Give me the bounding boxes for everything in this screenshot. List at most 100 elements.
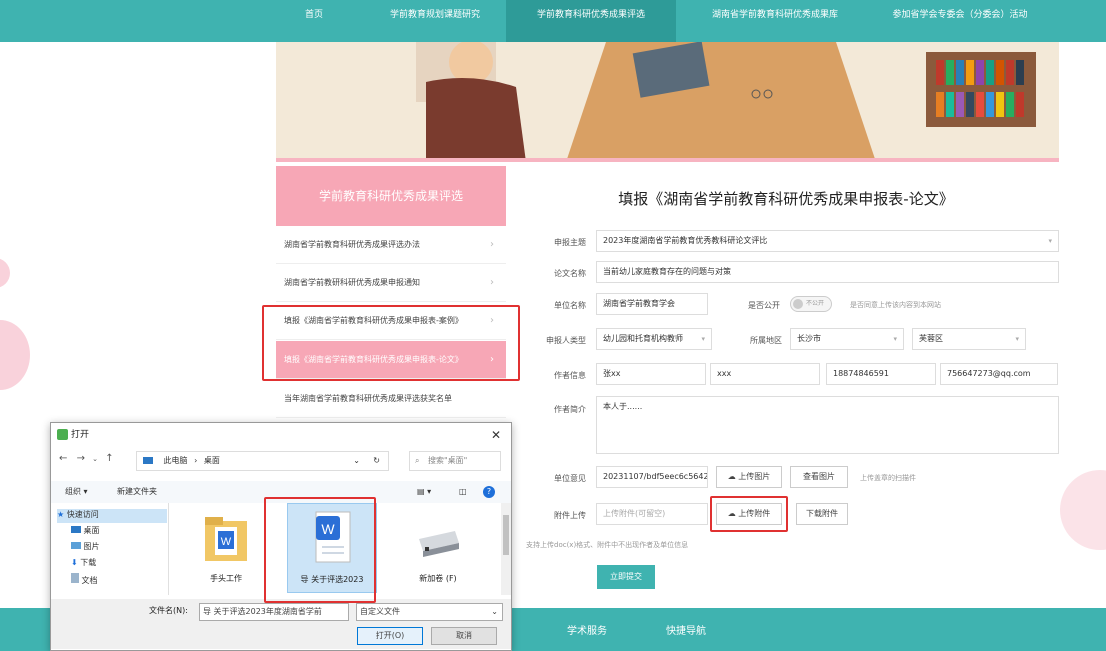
highlight-box-file [264,497,376,603]
desktop-icon [71,526,81,533]
nav-desktop-item[interactable]: 桌面 [71,525,100,536]
help-icon[interactable]: ? [483,486,495,498]
nav-desktop-label: 桌面 [83,526,100,535]
nav-activities[interactable]: 参加省学会专委会（分委会）活动 [875,0,1045,42]
author-phone-input[interactable]: 18874846591 [826,363,936,385]
refresh-icon[interactable]: ↻ [373,452,380,470]
up-arrow-icon[interactable]: ↑ [105,453,113,464]
view-image-button[interactable]: 查看图片 [790,466,848,488]
nav-pictures-label: 图片 [83,542,100,551]
nav-documents-label: 文档 [81,576,98,585]
quick-access-label: 快速访问 [66,510,99,519]
chevron-right-icon: › [490,277,494,288]
chevron-down-icon: ▾ [893,335,897,343]
nav-pictures-item[interactable]: 图片 [71,541,100,552]
paper-name-input[interactable]: 当前幼儿家庭教育存在的问题与对策 [596,261,1059,283]
label-author-bio: 作者简介 [554,405,586,414]
sidebar-item-label: 当年湖南省学前教育科研优秀成果评选获奖名单 [284,394,452,403]
preview-pane-icon[interactable]: ◫ [459,481,467,503]
form-title: 填报《湖南省学前教育科研优秀成果申报表-论文》 [618,190,954,208]
path-desktop[interactable]: 桌面 [204,456,220,465]
close-icon[interactable]: ✕ [491,423,501,447]
path-this-pc[interactable]: 此电脑 [164,456,188,465]
attachment-note: 支持上传doc(x)格式、附件中不出现作者及单位信息 [526,541,689,549]
submit-button[interactable]: 立即提交 [597,565,655,589]
dialog-bottom-row: 文件名(N): 导 关于评选2023年度湖南省学前 自定义文件 ⌄ 打开(O) … [51,599,511,649]
public-note: 是否同意上传该内容到本网站 [850,301,941,309]
navigation-pane: ★ 快速访问 桌面 图片 ⬇ 下载 文档 [51,503,169,595]
quick-access-item[interactable]: ★ 快速访问 [57,509,167,523]
label-region: 所属地区 [750,336,782,345]
nav-awards[interactable]: 学前教育科研优秀成果评选 [506,0,676,42]
monitor-icon [143,457,153,464]
label-applicant-type: 申报人类型 [546,336,586,345]
search-placeholder: 搜索"桌面" [428,456,468,465]
sidebar-item-label: 湖南省学前教育科研优秀成果评选办法 [284,240,420,249]
label-theme: 申报主题 [554,238,586,247]
banner-image [276,42,1059,162]
search-icon: ⌕ [415,456,420,465]
nav-library[interactable]: 湖南省学前教育科研优秀成果库 [690,0,860,42]
attachment-input[interactable]: 上传附件(可留空) [596,503,708,525]
footer-academic-services[interactable]: 学术服务 [567,622,607,637]
nav-downloads-item[interactable]: ⬇ 下载 [71,557,96,568]
label-unit-opinion: 单位意见 [554,474,586,483]
banner-underline [276,158,1059,162]
filename-input[interactable]: 导 关于评选2023年度湖南省学前 [199,603,349,621]
upload-image-button[interactable]: ☁ 上传图片 [716,466,782,488]
decorative-circle [1060,470,1106,550]
scrollbar-thumb[interactable] [503,515,509,555]
unit-opinion-file[interactable]: 20231107/bdf5eec6c56429 [596,466,708,488]
filetype-select[interactable]: 自定义文件 ⌄ [356,603,503,621]
chevron-down-icon[interactable]: ⌄ [92,455,98,463]
sidebar-item-notice[interactable]: 湖南省学前教研科研优秀成果申报通知 › [276,264,506,302]
public-toggle[interactable]: 不公开 [790,296,832,312]
district-select[interactable]: 芙蓉区 ▾ [912,328,1026,350]
label-author-info: 作者信息 [554,371,586,380]
star-icon: ★ [57,510,65,519]
theme-select[interactable]: 2023年度湖南省学前教育优秀教科研论文评比 ▾ [596,230,1059,252]
chevron-down-icon[interactable]: ⌄ [353,452,360,470]
sidebar-item-rules[interactable]: 湖南省学前教育科研优秀成果评选办法 › [276,226,506,264]
city-select[interactable]: 长沙市 ▾ [790,328,904,350]
file-item-drive[interactable]: 新加卷 (F) [393,503,483,593]
author-email-input[interactable]: 756647273@qq.com [940,363,1058,385]
forward-arrow-icon[interactable]: → [77,453,85,464]
sidebar-item-winners[interactable]: 当年湖南省学前教育科研优秀成果评选获奖名单 [276,380,506,418]
search-input[interactable]: ⌕ 搜索"桌面" [409,451,501,471]
city-value: 长沙市 [797,334,821,343]
folder-word-icon: W [205,517,247,561]
nav-research[interactable]: 学前教育规划课题研究 [375,0,495,42]
highlight-box-upload [710,496,788,532]
back-arrow-icon[interactable]: ← [59,453,67,464]
view-options-icon[interactable]: ▤ ▾ [417,481,431,503]
nav-home[interactable]: 首页 [290,0,338,42]
sidebar-title: 学前教育科研优秀成果评选 [276,166,506,226]
chevron-right-icon: › [194,456,198,465]
address-bar[interactable]: 此电脑 › 桌面 ⌄ ↻ [136,451,389,471]
cancel-button[interactable]: 取消 [431,627,497,645]
nav-arrows: ← → ⌄ ↑ [59,453,114,464]
file-area-scrollbar[interactable] [501,503,511,595]
applicant-type-select[interactable]: 幼儿园和托育机构教师 ▾ [596,328,712,350]
dialog-title: 打开 [71,430,90,440]
chevron-down-icon: ▾ [1048,237,1052,245]
author-name-input[interactable]: 张xx [596,363,706,385]
upload-image-label: 上传图片 [738,472,771,481]
file-item-folder[interactable]: W 手头工作 [181,503,271,593]
dialog-titlebar: 打开 ✕ [51,423,511,447]
unit-name-input[interactable]: 湖南省学前教育学会 [596,293,708,315]
author-unit-input[interactable]: xxx [710,363,820,385]
organize-button[interactable]: 组织 ▾ [65,481,88,503]
new-folder-button[interactable]: 新建文件夹 [117,481,157,503]
open-button[interactable]: 打开(O) [357,627,423,645]
footer-quick-nav[interactable]: 快捷导航 [666,622,706,637]
label-public: 是否公开 [748,301,780,310]
label-paper-name: 论文名称 [554,269,586,278]
download-attachment-button[interactable]: 下载附件 [796,503,848,525]
nav-documents-item[interactable]: 文档 [71,573,98,586]
theme-value: 2023年度湖南省学前教育优秀教科研论文评比 [603,236,768,245]
chevron-down-icon: ▾ [1015,335,1019,343]
author-bio-textarea[interactable]: 本人于...... [596,396,1059,454]
svg-text:W: W [221,536,232,548]
